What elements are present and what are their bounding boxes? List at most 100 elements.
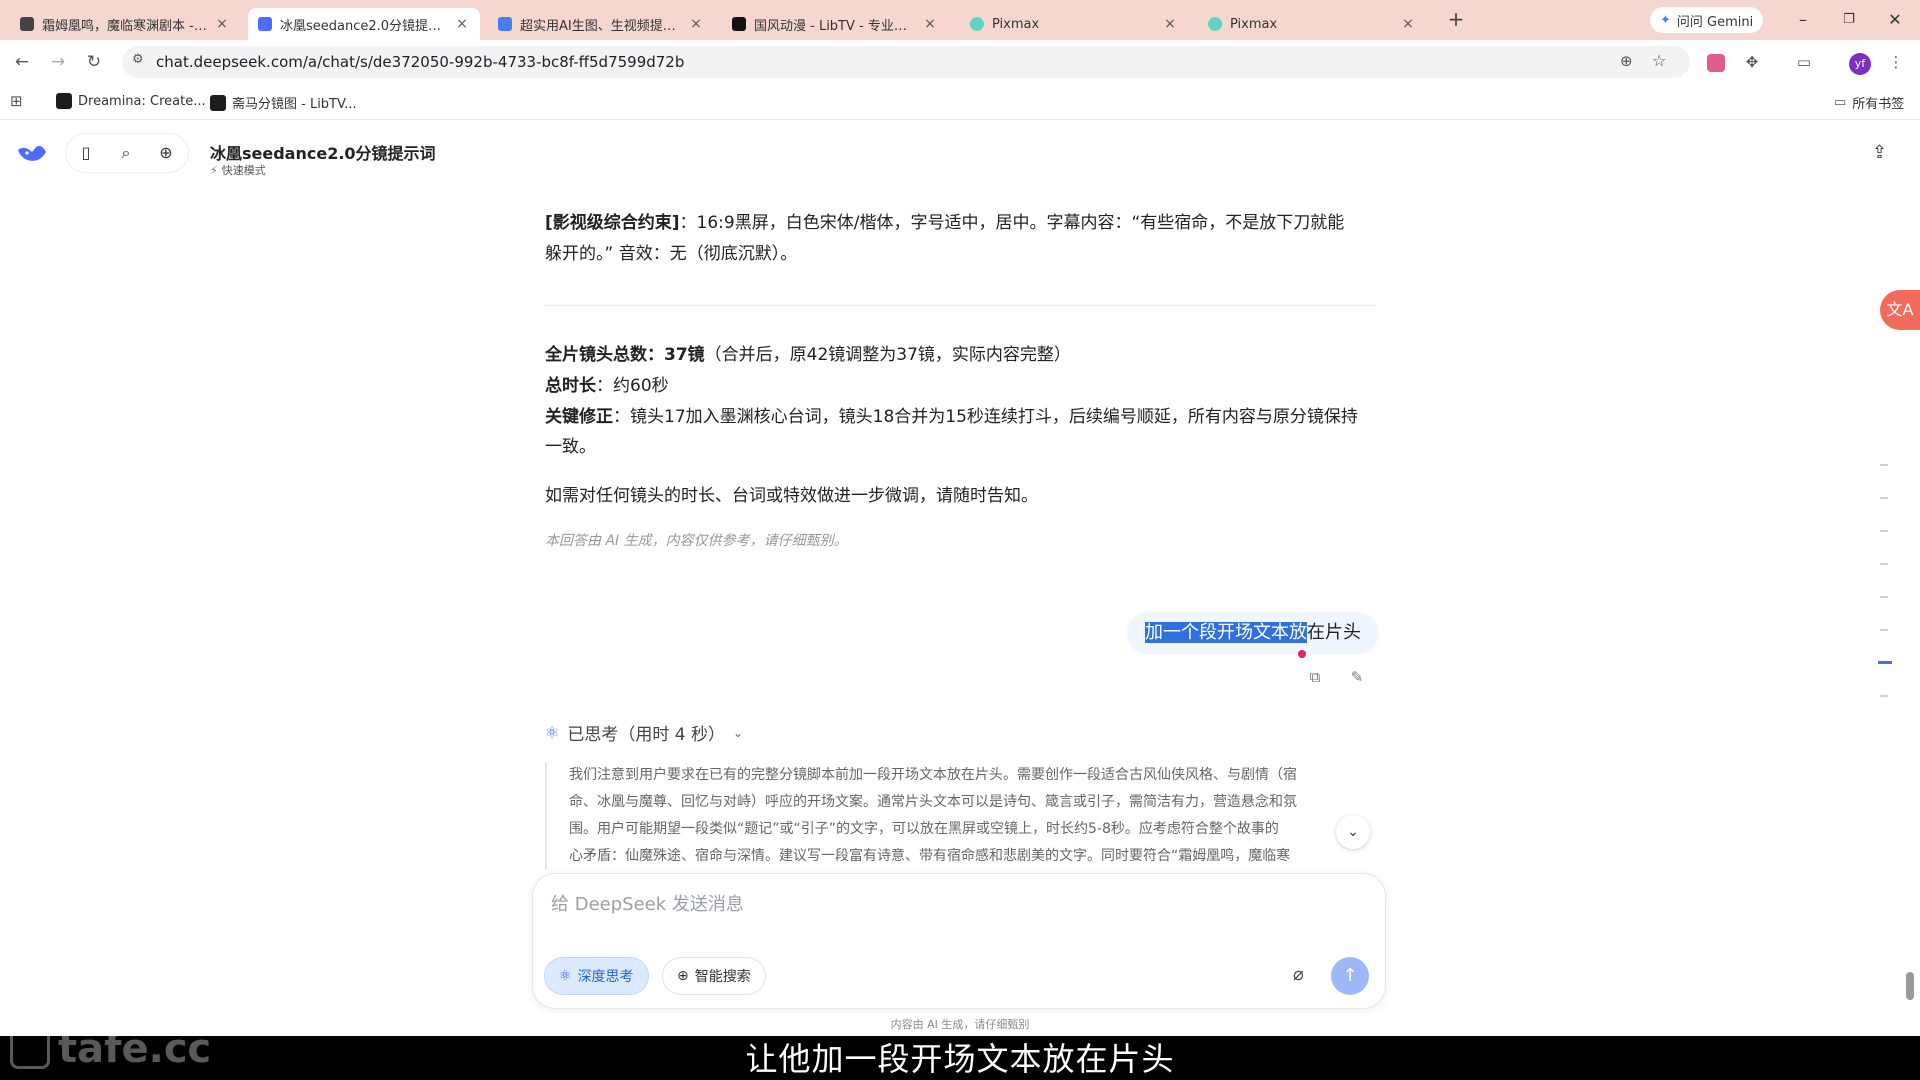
video-subtitle: 让他加一段开场文本放在片头 [745, 1040, 1175, 1078]
message-composer: 给 DeepSeek 发送消息 ⚛ 深度思考 ⊕ 智能搜索 ⌀ ↑ [533, 874, 1385, 1008]
scroll-to-bottom-button[interactable]: ⌄ [1336, 815, 1370, 849]
ask-gemini-button[interactable]: ✦ 问问 Gemini [1650, 7, 1764, 33]
nav-tick[interactable] [1880, 497, 1888, 499]
toggle-sidebar-icon[interactable]: ▯ [74, 141, 98, 165]
deepseek-whale-logo-icon[interactable] [16, 140, 48, 166]
all-bookmarks-folder[interactable]: ▭ 所有书签 [1834, 93, 1904, 112]
composer-footnote: 内容由 AI 生成，请仔细甄别 [890, 1018, 1030, 1031]
nav-tick[interactable] [1880, 695, 1888, 697]
tab-close-icon[interactable]: × [1400, 16, 1416, 32]
send-button[interactable]: ↑ [1331, 957, 1369, 995]
fix-line-cont: 一致。 [545, 437, 596, 457]
thinking-content: 我们注意到用户要求在已有的完整分镜脚本前加一段开场文本放在片头。需要创作一段适合… [545, 762, 1375, 870]
browser-menu-icon[interactable]: ⋮ [1884, 50, 1908, 74]
forward-icon[interactable]: → [46, 50, 70, 74]
share-icon[interactable]: ⇪ [1872, 142, 1887, 163]
tab-title: 冰凰seedance2.0分镜提示词 - [280, 18, 448, 34]
divider [545, 305, 1375, 306]
pencil-icon[interactable]: ✎ [1346, 668, 1368, 690]
tab-close-icon[interactable]: × [214, 16, 230, 32]
constraint-paragraph: [影视级综合约束]：16:9黑屏，白色宋体/楷体，字号适中，居中。字幕内容：“有… [545, 213, 1345, 233]
search-icon[interactable]: ⌕ [114, 141, 138, 165]
deepseek-favicon-icon [258, 17, 272, 31]
fix-line: 关键修正：镜头17加入墨渊核心台词，镜头18合并为15秒连续打斗，后续编号顺延，… [545, 407, 1358, 427]
libtv-favicon-icon [732, 17, 746, 31]
thinking-line: 我们注意到用户要求在已有的完整分镜脚本前加一段开场文本放在片头。需要创作一段适合… [569, 767, 1297, 783]
new-tab-button[interactable]: + [1444, 8, 1468, 32]
tab-pixmax-1[interactable]: Pixmax × [960, 8, 1188, 40]
web-search-toggle[interactable]: ⊕ 智能搜索 [663, 958, 765, 994]
thinking-line: 围。用户可能期望一段类似“题记”或“引子”的文字，可以放在黑屏或空镜上，时长约5… [569, 821, 1279, 837]
pixmax-favicon-icon [1208, 17, 1222, 31]
gemini-label: 问问 Gemini [1676, 14, 1754, 30]
user-message-bubble[interactable]: 加一个段开场文本放在片头 [1127, 612, 1379, 654]
restore-button[interactable]: ❐ [1834, 8, 1864, 32]
constraint-paragraph-cont: 躲开的。” 音效：无（彻底沉默）。 [545, 244, 798, 264]
extensions-icon[interactable]: ✥ [1740, 50, 1764, 74]
globe-icon: ⊕ [677, 968, 689, 984]
tab-close-icon[interactable]: × [1162, 16, 1178, 32]
dreamina-favicon-icon [56, 93, 72, 109]
bookmark-star-icon[interactable]: ☆ [1652, 51, 1666, 70]
nav-tick-active[interactable] [1878, 661, 1892, 664]
attach-file-icon[interactable]: ⌀ [1293, 964, 1304, 985]
message-input[interactable]: 给 DeepSeek 发送消息 [551, 890, 744, 916]
tab-doubao[interactable]: 霜姆凰鸣，魔临寒渊剧本 - 豆包 × [10, 8, 240, 40]
page-scrollbar[interactable] [1906, 972, 1914, 1000]
tab-title: Pixmax [992, 16, 1040, 32]
side-panel-icon[interactable]: ▭ [1792, 50, 1816, 74]
copy-icon[interactable]: ⧉ [1304, 668, 1326, 690]
sidebar-tools: ▯ ⌕ ⊕ [66, 134, 188, 172]
user-message-text: 在片头 [1307, 622, 1361, 643]
nav-tick[interactable] [1880, 596, 1888, 598]
profile-avatar[interactable]: yf [1848, 50, 1872, 75]
nav-tick[interactable] [1880, 464, 1888, 466]
address-bar[interactable]: ⚙ chat.deepseek.com/a/chat/s/de372050-99… [122, 46, 1690, 78]
minimize-button[interactable]: – [1788, 8, 1818, 32]
browser-toolbar: ← → ↻ ⚙ chat.deepseek.com/a/chat/s/de372… [0, 40, 1920, 84]
tab-pixmax-2[interactable]: Pixmax × [1198, 8, 1426, 40]
doubao-favicon-icon [20, 17, 34, 31]
browser-tab-strip: 霜姆凰鸣，魔临寒渊剧本 - 豆包 × 冰凰seedance2.0分镜提示词 - … [0, 0, 1920, 40]
tab-close-icon[interactable]: × [454, 16, 470, 32]
nav-tick[interactable] [1880, 530, 1888, 532]
tab-libtv[interactable]: 国风动漫 - LibTV - 专业视频创 × [722, 8, 948, 40]
tab-title: 霜姆凰鸣，魔临寒渊剧本 - 豆包 [42, 18, 208, 34]
conversation-title: 冰凰seedance2.0分镜提示词 [210, 144, 436, 163]
bookmark-dreamina[interactable]: Dreamina: Create... [56, 93, 206, 109]
close-window-button[interactable]: ✕ [1880, 8, 1910, 32]
bookmark-libtv[interactable]: 斋马分镜图 - LibTV... [210, 93, 357, 112]
new-chat-icon[interactable]: ⊕ [154, 141, 178, 165]
url-text: chat.deepseek.com/a/chat/s/de372050-992b… [156, 53, 685, 71]
thinking-line: 命、冰凰与魔尊、回忆与对峙）呼应的开场文案。通常片头文本可以是诗句、箴言或引子，… [569, 794, 1297, 810]
pixmax-favicon-icon [970, 17, 984, 31]
translate-extension-icon[interactable] [1707, 53, 1725, 72]
zoom-icon[interactable]: ⊕ [1620, 52, 1633, 70]
cursor-marker [1298, 650, 1306, 658]
nav-tick[interactable] [1880, 563, 1888, 565]
tab-title: Pixmax [1230, 16, 1278, 32]
site-info-icon[interactable]: ⚙ [132, 52, 144, 67]
thinking-toggle[interactable]: ⚛ 已思考（用时 4 秒） ⌄ [545, 720, 743, 745]
chevron-down-icon: ⌄ [732, 725, 744, 740]
tab-close-icon[interactable]: × [688, 16, 704, 32]
nav-tick[interactable] [1880, 629, 1888, 631]
tab-prompts[interactable]: 超实用AI生图、生视频提示词模 × [488, 8, 714, 40]
folder-icon: ▭ [1834, 95, 1847, 110]
gemini-sparkle-icon: ✦ [1660, 12, 1671, 28]
total-shots-line: 全片镜头总数：37镜（合并后，原42镜调整为37镜，实际内容完整） [545, 345, 1071, 365]
reload-icon[interactable]: ↻ [82, 50, 106, 74]
selected-text: 加一个段开场文本放 [1145, 622, 1307, 643]
closing-line: 如需对任何镜头的时长、台词或特效做进一步微调，请随时告知。 [545, 486, 1038, 506]
tab-title: 国风动漫 - LibTV - 专业视频创 [754, 18, 916, 34]
ai-disclaimer: 本回答由 AI 生成，内容仅供参考，请仔细甄别。 [545, 533, 848, 549]
tab-close-icon[interactable]: × [922, 16, 938, 32]
back-icon[interactable]: ← [10, 50, 34, 74]
deep-think-toggle[interactable]: ⚛ 深度思考 [545, 958, 648, 994]
doc-favicon-icon [498, 17, 512, 31]
app-header: ▯ ⌕ ⊕ 冰凰seedance2.0分镜提示词 ⚡ 快速模式 ⇪ [0, 120, 1920, 190]
apps-grid-icon[interactable]: ⊞ [10, 92, 23, 110]
tab-deepseek-active[interactable]: 冰凰seedance2.0分镜提示词 - × [248, 8, 480, 40]
translate-floating-icon[interactable]: 文A [1880, 290, 1920, 330]
lightning-icon: ⚡ [210, 163, 218, 177]
